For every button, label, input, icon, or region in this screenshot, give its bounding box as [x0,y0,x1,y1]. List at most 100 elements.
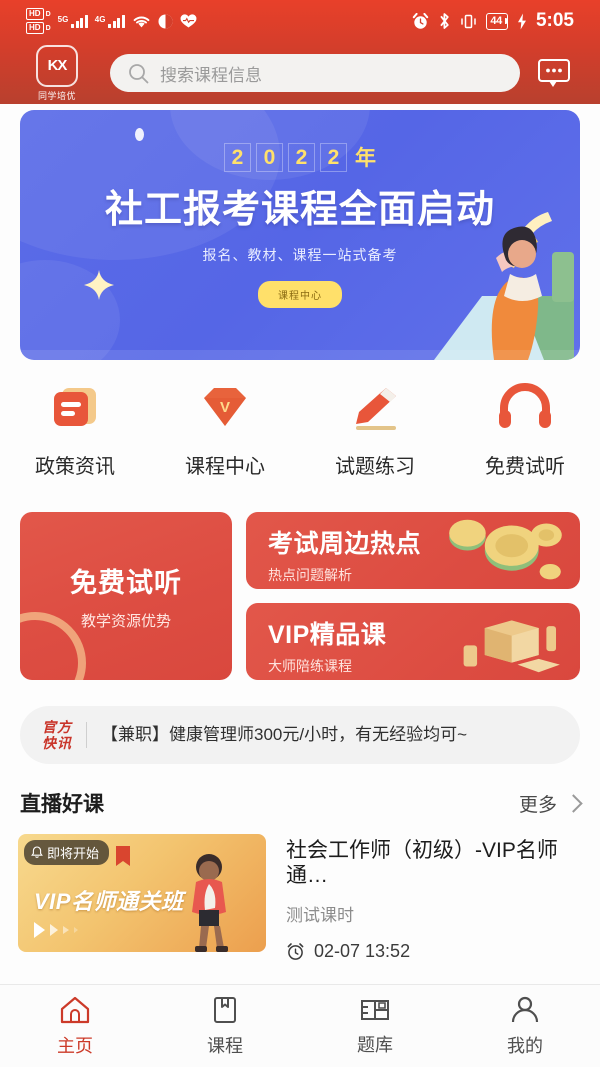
bottom-tab-bar: 主页 课程 题库 我的 [0,984,600,1067]
alarm-icon [412,12,429,30]
quick-nav-item-courses[interactable]: V 课程中心 [150,378,300,479]
battery-icon: 44 [486,12,508,30]
tab-label: 我的 [507,1035,543,1056]
quick-nav-item-policy[interactable]: 政策资讯 [0,378,150,479]
news-divider [86,722,87,748]
status-bar-left: HD D HD D 5G 4G [26,8,197,34]
person-icon [510,995,540,1025]
status-bar-right: 44 5:05 [412,10,574,32]
boxes-icon [463,620,560,673]
promo-title: 免费试听 [70,568,182,598]
news-badge-line1: 官方 [42,718,72,735]
course-list-item[interactable]: 即将开始 VIP名师通关班 社会工作师（初级）-VIP名师通… 测试课时 02-… [18,834,582,961]
year-digit: 2 [320,143,347,172]
book-icon [210,995,240,1025]
svg-text:V: V [220,399,230,416]
section-title: 直播好课 [20,793,104,816]
tab-profile[interactable]: 我的 [450,985,600,1067]
quick-nav-item-practice[interactable]: 试题练习 [300,378,450,479]
charging-icon [517,13,527,30]
heart-rate-icon [180,14,197,28]
year-digit: 0 [256,143,283,172]
battery-level: 44 [490,15,502,27]
hd-sub-2: D [45,24,51,32]
search-placeholder: 搜索课程信息 [160,65,262,85]
quick-nav-label: 试题练习 [335,456,415,478]
signal-4g-icon: 4G [94,14,125,28]
promo-card-hot-topics[interactable]: 考试周边热点 热点问题解析 [246,512,580,589]
course-thumbnail: 即将开始 VIP名师通关班 [18,834,266,952]
year-digit: 2 [288,143,315,172]
app-header: HD D HD D 5G 4G 44 5:05 KX 同学培优 搜索课程信息 [0,0,600,104]
news-document-icon [46,378,104,434]
promo-card-vip[interactable]: VIP精品课 大师陪练课程 [246,603,580,680]
news-badge: 官方 快讯 [42,719,72,751]
bluetooth-icon [438,12,451,30]
promo-card-free-trial[interactable]: 免费试听 教学资源优势 [20,512,232,680]
status-bar-time: 5:05 [535,10,574,31]
promo-cards-right: 考试周边热点 热点问题解析 VIP精品课 大师陪练课程 [246,512,580,680]
year-suffix: 年 [355,147,376,170]
search-input[interactable]: 搜索课程信息 [110,54,520,92]
tab-courses[interactable]: 课程 [150,985,300,1067]
banner-title: 社工报考课程全面启动 [104,189,495,231]
course-time: 02-07 13:52 [286,941,582,962]
coins-icon [449,519,562,580]
news-ticker[interactable]: 官方 快讯 【兼职】健康管理师300元/小时，有无经验均可~ [20,706,580,764]
tab-label: 课程 [207,1035,243,1056]
promo-banner[interactable]: 2 0 2 2 年 社工报考课程全面启动 报名、教材、课程一站式备考 课程中心 [20,110,580,360]
play-arrows-icon [34,922,78,938]
logo-mark: KX [36,44,78,87]
quick-nav-label: 免费试听 [485,456,565,478]
badge-label: 即将开始 [47,846,100,861]
hd-label-1: HD [26,8,44,20]
more-link[interactable]: 更多 [518,790,583,817]
quick-nav-label: 课程中心 [185,456,265,478]
do-not-disturb-icon [158,14,173,29]
diamond-vip-icon: V [196,378,254,434]
wifi-icon [132,14,151,29]
network-4g-label: 4G [94,14,106,24]
live-section-header: 直播好课 更多 [20,786,583,820]
course-info: 社会工作师（初级）-VIP名师通… 测试课时 02-07 13:52 [286,834,582,961]
year-digit: 2 [224,143,251,172]
tab-question-bank[interactable]: 题库 [300,985,450,1067]
promo-cards: 免费试听 教学资源优势 考试周边热点 热点问题解析 VIP精品课 大师陪练课程 [20,512,580,680]
tab-label: 题库 [357,1034,393,1055]
status-bar: HD D HD D 5G 4G 44 5:05 [0,0,600,42]
chevron-right-icon [564,793,583,813]
vibrate-icon [460,13,477,30]
message-bubble-icon [537,58,571,88]
person-illustration [192,854,228,952]
tab-home[interactable]: 主页 [0,985,150,1067]
more-label: 更多 [518,794,557,816]
quick-nav-label: 政策资讯 [35,456,115,478]
banner-subtitle: 报名、教材、课程一站式备考 [202,247,398,263]
bell-icon [31,846,43,859]
pencil-exam-icon [346,378,404,434]
hd-label-2: HD [26,22,44,34]
promo-subtitle: 教学资源优势 [80,613,171,630]
hd-sub-1: D [45,10,51,18]
course-time-text: 02-07 13:52 [314,941,411,962]
news-text: 【兼职】健康管理师300元/小时，有无经验均可~ [101,724,468,744]
hd-dual-sim-icon: HD D HD D [26,8,51,34]
logo-text: 同学培优 [37,90,76,101]
course-title: 社会工作师（初级）-VIP名师通… [286,839,558,888]
message-button[interactable] [534,58,574,88]
banner-cta-button[interactable]: 课程中心 [258,281,342,308]
bookmark-icon [116,846,130,866]
app-logo[interactable]: KX 同学培优 [26,44,88,102]
home-icon [59,995,91,1025]
banner-bottom-strip [20,350,580,360]
ring-decoration [20,612,86,680]
alarm-clock-icon [286,942,305,961]
search-icon [128,63,149,84]
headphones-icon [496,378,554,434]
tab-label: 主页 [57,1035,93,1056]
banner-year: 2 0 2 2 年 [224,142,376,172]
question-bank-icon [359,996,391,1024]
course-subtitle: 测试课时 [286,906,354,926]
quick-nav-item-trial[interactable]: 免费试听 [450,378,600,479]
quick-nav: 政策资讯 V 课程中心 试题练习 免费试听 [0,378,600,479]
